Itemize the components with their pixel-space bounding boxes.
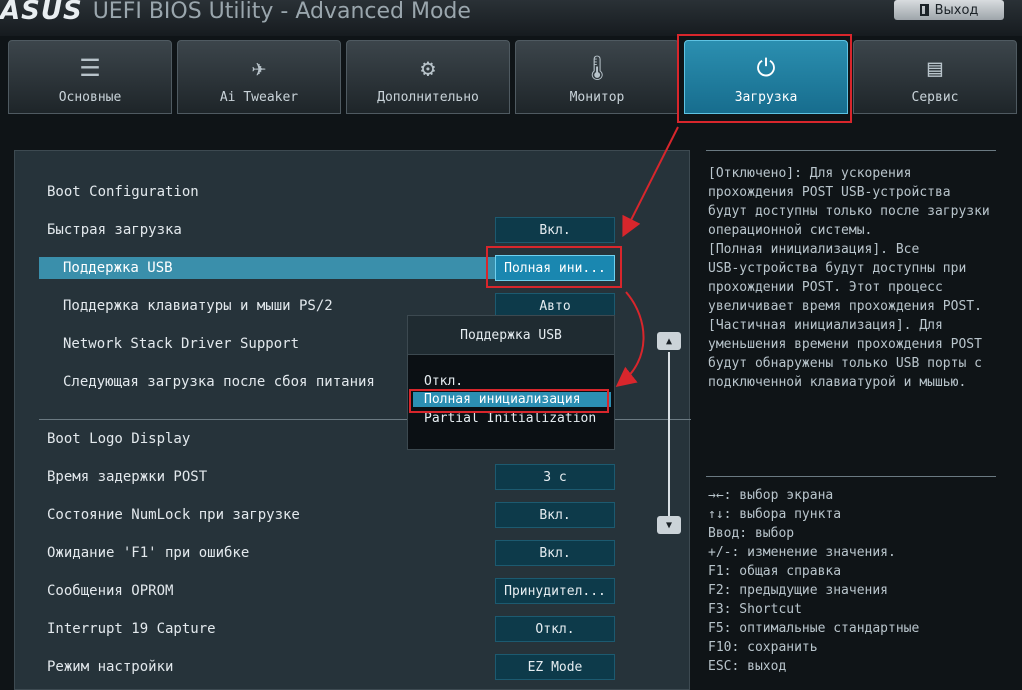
help-text: [Отключено]: Для ускорения прохождения P… <box>708 164 1008 392</box>
scroll-track[interactable] <box>668 352 670 522</box>
key-hint: ↑↓: выбора пункта <box>708 507 842 522</box>
tab-ai-tweaker[interactable]: ✈ Ai Tweaker <box>177 40 341 114</box>
exit-door-icon <box>919 4 929 16</box>
brand: ASUS UEFI BIOS Utility - Advanced Mode <box>0 0 471 28</box>
tab-bar: ☰ Основные ✈ Ai Tweaker ⚙ Дополнительно … <box>0 40 1022 118</box>
usb-value-highlight-annotation <box>486 246 622 288</box>
key-hint: →←: выбор экрана <box>708 488 834 503</box>
setting-setup-mode-value[interactable]: EZ Mode <box>495 654 615 680</box>
help-line: [Частичная инициализация]. Для <box>708 318 943 333</box>
setting-setup-mode-label[interactable]: Режим настройки <box>47 656 173 678</box>
key-hint: F2: предыдущие значения <box>708 583 889 598</box>
monitor-icon: 🌡 <box>581 54 613 82</box>
list-icon: ☰ <box>79 54 101 82</box>
asus-logo: ASUS <box>0 0 83 26</box>
help-line: будут доступны только после загрузки <box>708 204 990 219</box>
dropdown-highlight-annotation <box>409 389 609 413</box>
key-hint: ESC: выход <box>708 659 787 674</box>
help-line: увеличивает время прохождения POST. <box>708 299 982 314</box>
advanced-icon: ⚙ <box>420 54 436 82</box>
dropdown-option-disabled[interactable]: Откл. <box>424 374 463 389</box>
key-hint: F10: сохранить <box>708 640 818 655</box>
usb-support-dropdown: Поддержка USB Откл. Полная инициализация… <box>407 315 615 450</box>
tab-tool[interactable]: ▤ Сервис <box>853 40 1017 114</box>
help-line: подключенной клавиатурой и мышью. <box>708 375 967 390</box>
tab-advanced[interactable]: ⚙ Дополнительно <box>346 40 510 114</box>
tab-main[interactable]: ☰ Основные <box>8 40 172 114</box>
tweaker-icon: ✈ <box>251 54 267 82</box>
setting-post-delay-label[interactable]: Время задержки POST <box>47 466 207 488</box>
section-title: Boot Configuration <box>47 184 199 200</box>
setting-power-loss-label[interactable]: Следующая загрузка после сбоя питания <box>63 371 375 393</box>
tab-label: Монитор <box>569 90 625 105</box>
help-divider-top <box>706 150 996 151</box>
tab-label: Дополнительно <box>377 90 479 105</box>
key-legend: →←: выбор экрана ↑↓: выбора пункта Ввод:… <box>708 486 1008 676</box>
setting-oprom-label[interactable]: Сообщения OPROM <box>47 580 173 602</box>
tab-label: Сервис <box>911 90 959 105</box>
exit-button[interactable]: Выход <box>894 0 1004 20</box>
key-hint: F5: оптимальные стандартные <box>708 621 920 636</box>
setting-int19-value[interactable]: Откл. <box>495 616 615 642</box>
tab-monitor[interactable]: 🌡 Монитор <box>515 40 679 114</box>
tab-label: Ai Tweaker <box>219 90 299 105</box>
setting-oprom-value[interactable]: Принудител... <box>495 578 615 604</box>
title-bar: ASUS UEFI BIOS Utility - Advanced Mode В… <box>0 0 1022 36</box>
setting-fast-boot-label[interactable]: Быстрая загрузка <box>47 219 182 241</box>
key-hint: F3: Shortcut <box>708 602 802 617</box>
key-hint: +/-: изменение значения. <box>708 545 896 560</box>
key-hint: F1: общая справка <box>708 564 842 579</box>
tab-highlight-annotation <box>677 34 852 123</box>
setting-f1-wait-label[interactable]: Ожидание 'F1' при ошибке <box>47 542 249 564</box>
dropdown-title: Поддержка USB <box>408 316 614 355</box>
tab-label: Основные <box>58 90 122 105</box>
setting-usb-support-label[interactable]: Поддержка USB <box>39 257 495 279</box>
setting-post-delay-value[interactable]: 3 с <box>495 464 615 490</box>
dropdown-option-partial-init[interactable]: Partial Initialization <box>424 411 596 426</box>
help-line: операционной системы. <box>708 223 873 238</box>
app-title: UEFI BIOS Utility - Advanced Mode <box>92 0 471 24</box>
scroll-up-icon[interactable]: ▲ <box>657 332 681 350</box>
help-line: уменьшения времени прохождения POST <box>708 337 982 352</box>
exit-label: Выход <box>934 2 979 18</box>
help-line: [Отключено]: Для ускорения <box>708 166 912 181</box>
setting-boot-logo-label[interactable]: Boot Logo Display <box>47 428 190 450</box>
help-line: [Полная инициализация]. Все <box>708 242 920 257</box>
setting-numlock-value[interactable]: Вкл. <box>495 502 615 528</box>
setting-ps2-label[interactable]: Поддержка клавиатуры и мыши PS/2 <box>63 295 333 317</box>
help-line: прохождении POST. Этот процесс <box>708 280 943 295</box>
scrollbar[interactable]: ▲ ▼ <box>657 332 681 542</box>
help-divider-bottom <box>706 476 996 477</box>
help-line: прохождения POST USB-устройства <box>708 185 951 200</box>
scroll-down-icon[interactable]: ▼ <box>657 516 681 534</box>
setting-numlock-label[interactable]: Состояние NumLock при загрузке <box>47 504 300 526</box>
setting-int19-label[interactable]: Interrupt 19 Capture <box>47 618 216 640</box>
key-hint: Ввод: выбор <box>708 526 795 541</box>
setting-network-stack-label[interactable]: Network Stack Driver Support <box>63 333 299 355</box>
help-line: будут обнаружены только USB порты с <box>708 356 982 371</box>
tool-icon: ▤ <box>927 54 943 82</box>
setting-f1-wait-value[interactable]: Вкл. <box>495 540 615 566</box>
setting-fast-boot-value[interactable]: Вкл. <box>495 217 615 243</box>
help-line: USB-устройства будут доступны при <box>708 261 967 276</box>
